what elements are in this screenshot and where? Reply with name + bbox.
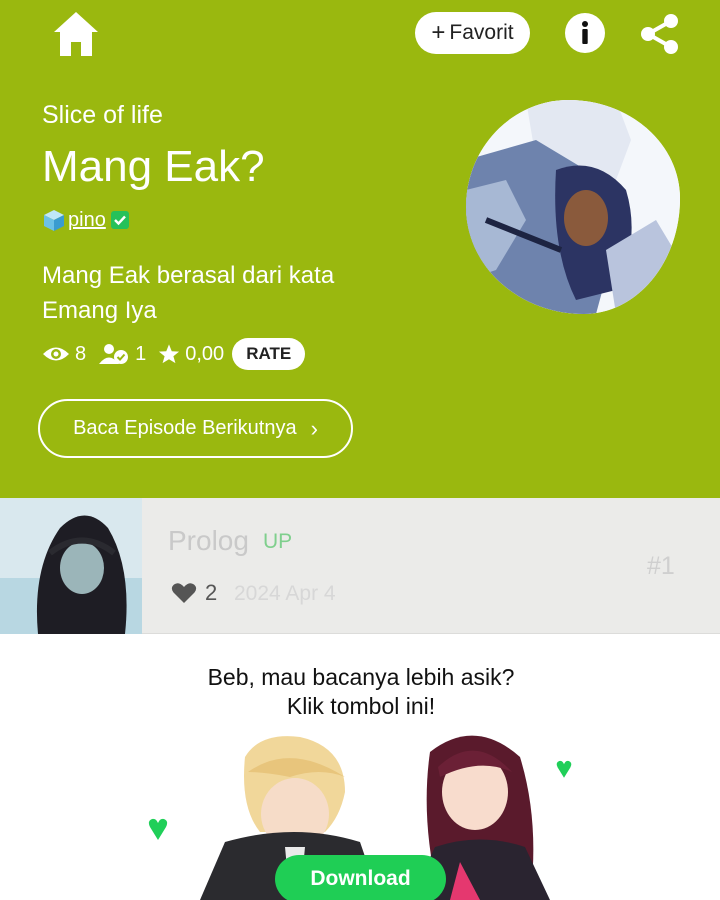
next-episode-label: Baca Episode Berikutnya xyxy=(73,417,297,439)
series-title: Mang Eak? xyxy=(42,142,265,191)
eye-icon xyxy=(43,347,69,361)
series-description: Mang Eak berasal dari kata Emang Iya xyxy=(42,262,335,324)
plus-icon: + xyxy=(431,19,446,46)
series-header: + Favorit Slice of life Mang Eak? pino M… xyxy=(0,0,720,498)
subscribers-stat: 1 xyxy=(98,343,146,366)
favorite-button[interactable]: + Favorit xyxy=(415,12,530,54)
rating-stat: 0,00 xyxy=(158,343,224,366)
episode-thumbnail xyxy=(0,498,142,634)
promo-text: Beb, mau bacanya lebih asik? Klik tombol… xyxy=(0,663,720,721)
cube-icon xyxy=(44,210,64,231)
heart-icon xyxy=(148,818,168,840)
home-button[interactable] xyxy=(50,8,102,60)
episode-number: #1 xyxy=(647,552,675,580)
views-stat: 8 xyxy=(42,343,86,366)
info-button[interactable] xyxy=(564,12,606,54)
episode-likes-count: 2 xyxy=(205,580,218,605)
info-icon xyxy=(565,13,605,53)
verified-icon xyxy=(110,211,129,229)
heart-icon xyxy=(556,760,572,778)
author-link[interactable]: pino xyxy=(42,208,130,232)
rate-button[interactable]: RATE xyxy=(232,338,306,370)
chevron-right-icon: › xyxy=(310,415,318,441)
share-button[interactable] xyxy=(638,12,682,56)
episode-row[interactable] xyxy=(0,498,720,634)
star-icon xyxy=(159,344,180,364)
episode-likes: 2 xyxy=(171,580,217,606)
share-icon xyxy=(641,14,678,54)
download-button[interactable]: Download xyxy=(275,855,446,900)
views-count: 8 xyxy=(75,342,87,365)
episode-up-badge: UP xyxy=(263,530,293,553)
stats-row: 8 1 0,00 RATE xyxy=(42,338,306,370)
episode-title: Prolog xyxy=(168,525,249,556)
heart-icon xyxy=(171,583,197,603)
home-icon xyxy=(54,12,98,56)
favorite-label: Favorit xyxy=(449,21,514,44)
subscriber-icon xyxy=(99,344,129,364)
promo-line-2: Klik tombol ini! xyxy=(286,693,436,719)
promo-line-1: Beb, mau bacanya lebih asik? xyxy=(207,664,515,690)
genre-label: Slice of life xyxy=(42,101,163,129)
episode-date: 2024 Apr 4 xyxy=(234,582,336,605)
rating-value: 0,00 xyxy=(185,342,225,365)
next-episode-button[interactable]: Baca Episode Berikutnya › xyxy=(38,399,353,458)
subscribers-count: 1 xyxy=(135,342,147,365)
series-cover-image xyxy=(466,100,680,314)
author-name: pino xyxy=(68,208,106,231)
